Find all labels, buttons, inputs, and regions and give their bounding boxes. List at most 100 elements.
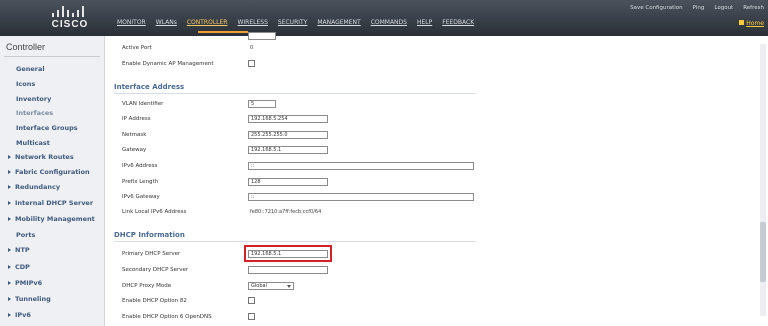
link-local-ipv6-value: fe80::7210:a7ff:fecb:ccf0/64 xyxy=(250,209,322,215)
dhcp-information-heading: DHCP Information xyxy=(114,231,185,239)
expand-arrow-icon xyxy=(8,201,11,205)
netmask-field[interactable]: 255.255.255.0 xyxy=(248,131,328,139)
ip-address-field[interactable]: 192.168.5.254 xyxy=(248,115,328,123)
netmask-label: Netmask xyxy=(122,132,147,138)
dhcp-option-6-label: Enable DHCP Option 6 OpenDNS xyxy=(122,314,212,320)
cisco-logo-bars xyxy=(52,5,86,17)
dynamic-ap-label: Enable Dynamic AP Management xyxy=(122,61,214,67)
sidebar-item-label: Mobility Management xyxy=(15,215,95,223)
sidebar-item-cdp[interactable]: CDP xyxy=(8,263,30,271)
gateway-field[interactable]: 192.168.5.1 xyxy=(248,146,328,154)
sidebar-item-ntp[interactable]: NTP xyxy=(8,246,30,254)
sidebar-item-pmipv6[interactable]: PMIPv6 xyxy=(8,279,42,287)
dhcp-proxy-mode-select[interactable]: Global xyxy=(248,282,294,290)
sidebar-item-interface-groups[interactable]: Interface Groups xyxy=(16,124,78,132)
scrollbar-thumb[interactable] xyxy=(760,222,766,282)
sidebar-item-label: Tunneling xyxy=(15,295,51,303)
sidebar-item-label: NTP xyxy=(15,246,30,254)
save-configuration-link[interactable]: Save Configuration xyxy=(630,5,683,11)
sidebar-item-icons[interactable]: Icons xyxy=(16,80,35,88)
sidebar: Controller General Icons Inventory Inter… xyxy=(0,36,105,326)
dhcp-option-6-checkbox[interactable] xyxy=(248,313,255,320)
sidebar-item-interfaces[interactable]: Interfaces xyxy=(16,109,53,117)
home-label: Home xyxy=(746,20,764,27)
nav-management[interactable]: MANAGEMENT xyxy=(317,19,360,26)
sidebar-item-label: CDP xyxy=(15,263,30,271)
expand-arrow-icon xyxy=(8,313,11,317)
dhcp-option-82-label: Enable DHCP Option 82 xyxy=(122,298,187,304)
nav-help[interactable]: HELP xyxy=(417,19,432,26)
home-icon xyxy=(739,20,745,25)
section-divider xyxy=(114,241,476,242)
expand-arrow-icon xyxy=(8,155,11,159)
section-divider xyxy=(114,93,476,94)
main-nav: MONITOR WLANs CONTROLLER WIRELESS SECURI… xyxy=(117,19,474,26)
vlan-identifier-field[interactable]: 5 xyxy=(248,100,276,108)
nav-wlans[interactable]: WLANs xyxy=(156,19,177,26)
sidebar-item-label: IPv6 xyxy=(15,311,31,319)
sidebar-item-network-routes[interactable]: Network Routes xyxy=(8,153,74,161)
sidebar-item-internal-dhcp-server[interactable]: Internal DHCP Server xyxy=(8,199,93,207)
home-link[interactable]: Home xyxy=(739,20,764,27)
prefix-length-label: Prefix Length xyxy=(122,179,159,185)
top-links: Save Configuration Ping Logout Refresh xyxy=(630,5,764,11)
cut-off-field[interactable] xyxy=(248,32,276,40)
sidebar-divider xyxy=(4,56,100,57)
expand-arrow-icon xyxy=(8,248,11,252)
nav-feedback[interactable]: FEEDBACK xyxy=(442,19,474,26)
expand-arrow-icon xyxy=(8,217,11,221)
gateway-label: Gateway xyxy=(122,147,147,153)
secondary-dhcp-field[interactable] xyxy=(248,266,328,274)
logout-link[interactable]: Logout xyxy=(714,5,733,11)
ipv6-gateway-label: IPv6 Gateway xyxy=(122,194,160,200)
brand-text: CISCO xyxy=(51,19,89,30)
nav-monitor[interactable]: MONITOR xyxy=(117,19,146,26)
sidebar-item-tunneling[interactable]: Tunneling xyxy=(8,295,51,303)
ping-link[interactable]: Ping xyxy=(693,5,705,11)
nav-wireless[interactable]: WIRELESS xyxy=(237,19,267,26)
ipv6-address-field[interactable]: :: xyxy=(248,162,474,170)
sidebar-item-ipv6[interactable]: IPv6 xyxy=(8,311,31,319)
sidebar-item-label: Internal DHCP Server xyxy=(15,199,94,207)
active-nav-indicator xyxy=(198,31,248,33)
dhcp-proxy-mode-value: Global xyxy=(251,283,267,289)
chevron-down-icon xyxy=(287,285,291,288)
sidebar-item-label: Network Routes xyxy=(15,153,74,161)
vlan-identifier-label: VLAN Identifier xyxy=(122,101,164,107)
secondary-dhcp-label: Secondary DHCP Server xyxy=(122,267,189,273)
ipv6-address-label: IPv6 Address xyxy=(122,163,158,169)
expand-arrow-icon xyxy=(8,265,11,269)
prefix-length-field[interactable]: 128 xyxy=(248,178,328,186)
nav-commands[interactable]: COMMANDS xyxy=(371,19,407,26)
sidebar-item-label: PMIPv6 xyxy=(15,279,43,287)
cisco-logo: CISCO xyxy=(40,5,100,33)
ip-address-label: IP Address xyxy=(122,116,151,122)
sidebar-item-general[interactable]: General xyxy=(16,65,45,73)
primary-dhcp-highlight xyxy=(244,245,332,262)
dhcp-option-82-checkbox[interactable] xyxy=(248,297,255,304)
sidebar-item-multicast[interactable]: Multicast xyxy=(16,139,50,147)
expand-arrow-icon xyxy=(8,281,11,285)
sidebar-item-fabric-configuration[interactable]: Fabric Configuration xyxy=(8,168,90,176)
refresh-link[interactable]: Refresh xyxy=(743,5,764,11)
active-port-label: Active Port xyxy=(122,45,152,51)
dhcp-proxy-mode-label: DHCP Proxy Mode xyxy=(122,283,172,289)
primary-dhcp-label: Primary DHCP Server xyxy=(122,251,181,257)
sidebar-item-mobility-management[interactable]: Mobility Management xyxy=(8,215,95,223)
sidebar-title: Controller xyxy=(6,42,46,52)
nav-security[interactable]: SECURITY xyxy=(278,19,307,26)
interface-address-heading: Interface Address xyxy=(114,83,185,91)
sidebar-item-label: Fabric Configuration xyxy=(15,168,90,176)
dynamic-ap-checkbox[interactable] xyxy=(248,60,255,67)
sidebar-item-ports[interactable]: Ports xyxy=(16,231,35,239)
nav-controller[interactable]: CONTROLLER xyxy=(187,19,228,26)
sidebar-item-redundancy[interactable]: Redundancy xyxy=(8,183,60,191)
ipv6-gateway-field[interactable]: :: xyxy=(248,193,474,201)
sidebar-item-inventory[interactable]: Inventory xyxy=(16,95,51,103)
active-port-value: 0 xyxy=(250,45,254,51)
top-header: CISCO MONITOR WLANs CONTROLLER WIRELESS … xyxy=(0,0,768,36)
main-content: Active Port 0 Enable Dynamic AP Manageme… xyxy=(106,32,768,326)
link-local-ipv6-label: Link Local IPv6 Address xyxy=(122,209,187,215)
expand-arrow-icon xyxy=(8,185,11,189)
expand-arrow-icon xyxy=(8,170,11,174)
